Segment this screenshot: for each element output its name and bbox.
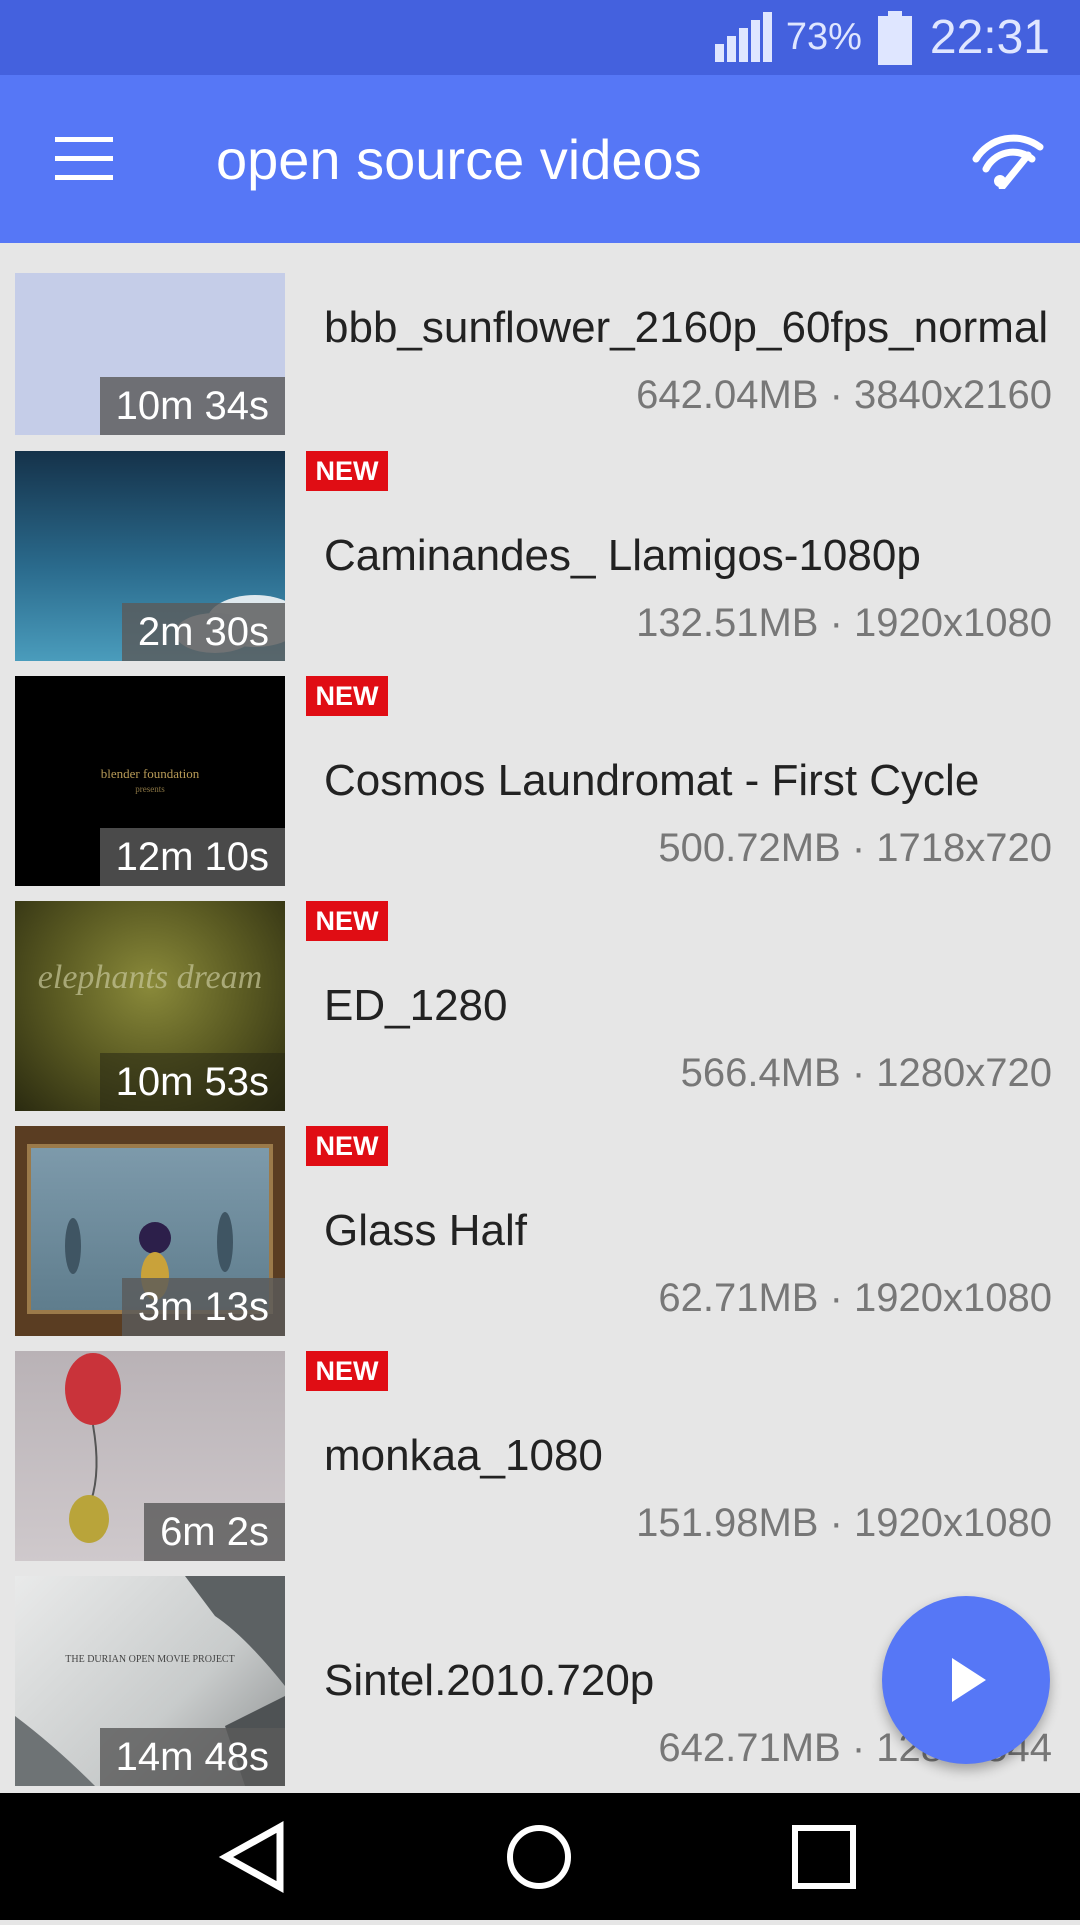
video-title: Sintel.2010.720p: [324, 1656, 655, 1705]
duration-label: 12m 10s: [99, 828, 285, 886]
new-badge: NEW: [306, 1126, 388, 1166]
video-meta: 62.71MB · 1920x1080: [658, 1276, 1052, 1320]
new-badge: NEW: [306, 901, 388, 941]
video-meta: 151.98MB · 1920x1080: [636, 1501, 1052, 1545]
video-meta: 566.4MB · 1280x720: [680, 1051, 1052, 1095]
recents-icon: [792, 1825, 856, 1889]
video-title: Glass Half: [324, 1206, 527, 1255]
clock: 22:31: [929, 11, 1050, 64]
video-title: bbb_sunflower_2160p_60fps_normal: [324, 303, 1049, 352]
back-icon: [218, 1821, 284, 1893]
video-meta: 642.04MB · 3840x2160: [636, 373, 1052, 417]
new-badge: NEW: [306, 1351, 388, 1391]
back-button[interactable]: [176, 1793, 336, 1920]
duration-label: 10m 34s: [99, 377, 285, 435]
thumbnail-caption: THE DURIAN OPEN MOVIE PROJECT: [65, 1654, 235, 1665]
video-title: monkaa_1080: [324, 1431, 603, 1480]
video-thumbnail[interactable]: blender foundation presents 12m 10s: [15, 676, 285, 886]
navigation-bar: [0, 1793, 1080, 1920]
video-list-item[interactable]: blender foundation presents 12m 10s NEW …: [0, 676, 1080, 886]
battery-percentage: 73%: [785, 16, 862, 58]
duration-label: 6m 2s: [144, 1503, 285, 1561]
video-title: Caminandes_ Llamigos-1080p: [324, 531, 921, 580]
video-title: ED_1280: [324, 981, 508, 1030]
new-badge: NEW: [306, 676, 388, 716]
video-thumbnail[interactable]: elephants dream 10m 53s: [15, 901, 285, 1111]
video-thumbnail[interactable]: 10m 34s: [15, 273, 285, 435]
video-meta: 132.51MB · 1920x1080: [636, 601, 1052, 645]
duration-label: 10m 53s: [99, 1053, 285, 1111]
menu-icon[interactable]: [55, 137, 113, 181]
video-list: 10m 34s bbb_sunflower_2160p_60fps_normal…: [0, 243, 1080, 1793]
app-bar: open source videos: [0, 75, 1080, 243]
thumbnail-caption: blender foundation: [100, 766, 200, 781]
play-icon: [952, 1658, 986, 1702]
cast-icon[interactable]: [972, 129, 1044, 189]
video-thumbnail[interactable]: 2m 30s: [15, 451, 285, 661]
new-badge: NEW: [306, 451, 388, 491]
recents-button[interactable]: [744, 1793, 904, 1920]
video-thumbnail[interactable]: 6m 2s: [15, 1351, 285, 1561]
video-list-item[interactable]: 6m 2s NEW monkaa_1080 151.98MB · 1920x10…: [0, 1351, 1080, 1561]
status-bar: 73% 22:31: [0, 0, 1080, 75]
video-title: Cosmos Laundromat - First Cycle: [324, 756, 980, 805]
video-list-item[interactable]: 3m 13s NEW Glass Half 62.71MB · 1920x108…: [0, 1126, 1080, 1336]
status-icons: 73% 22:31: [712, 0, 1050, 75]
video-thumbnail[interactable]: THE DURIAN OPEN MOVIE PROJECT 14m 48s: [15, 1576, 285, 1786]
video-list-item[interactable]: elephants dream 10m 53s NEW ED_1280 566.…: [0, 901, 1080, 1111]
video-meta: 500.72MB · 1718x720: [658, 826, 1052, 870]
video-thumbnail[interactable]: 3m 13s: [15, 1126, 285, 1336]
home-button[interactable]: [459, 1793, 619, 1920]
signal-icon: [712, 11, 772, 62]
play-all-button[interactable]: [882, 1596, 1050, 1764]
home-icon: [507, 1825, 571, 1889]
page-title: open source videos: [216, 127, 702, 191]
thumbnail-caption: elephants dream: [37, 959, 263, 996]
battery-icon: [877, 10, 912, 65]
duration-label: 2m 30s: [121, 603, 285, 661]
thumbnail-caption-sub: presents: [135, 784, 165, 794]
duration-label: 3m 13s: [121, 1278, 285, 1336]
duration-label: 14m 48s: [99, 1728, 285, 1786]
video-list-item[interactable]: 10m 34s bbb_sunflower_2160p_60fps_normal…: [0, 273, 1080, 435]
video-list-item[interactable]: 2m 30s NEW Caminandes_ Llamigos-1080p 13…: [0, 451, 1080, 661]
